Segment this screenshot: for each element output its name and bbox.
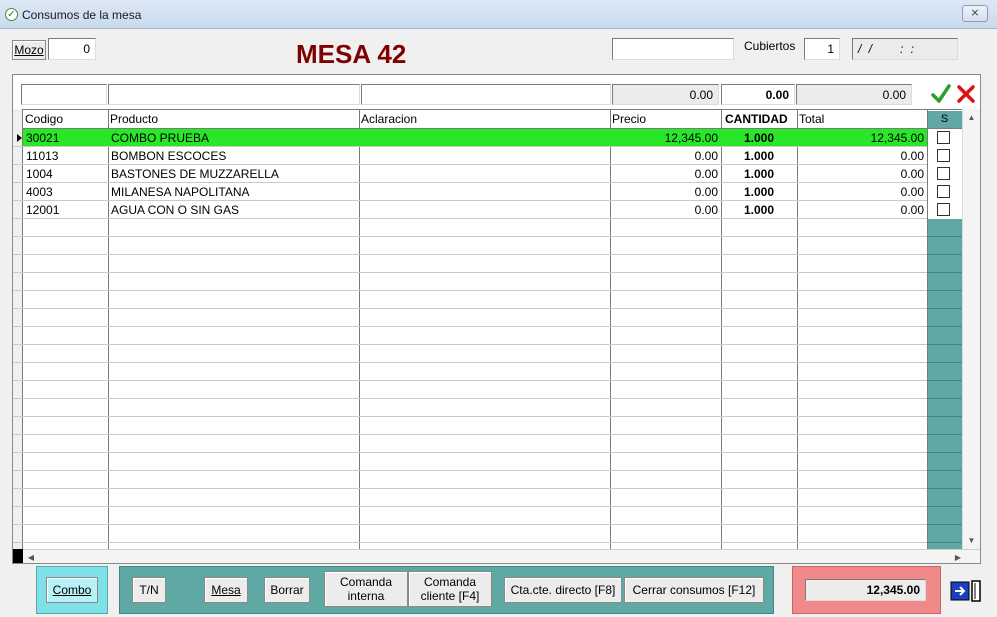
cell-precio: 0.00: [694, 185, 718, 199]
time-value: : :: [900, 42, 917, 56]
scroll-corner: [13, 549, 23, 563]
check-icon: [931, 84, 951, 103]
datetime-field: / / : :: [852, 38, 958, 60]
cubiertos-field[interactable]: 1: [804, 38, 840, 60]
window-title: Consumos de la mesa: [22, 8, 142, 22]
col-header-codigo[interactable]: Codigo: [23, 111, 108, 128]
entry-codigo-field[interactable]: [21, 84, 107, 105]
scroll-right-icon[interactable]: ▶: [950, 550, 966, 563]
cell-total: 0.00: [900, 149, 924, 163]
scroll-down-icon[interactable]: ▼: [963, 532, 980, 549]
vertical-scrollbar[interactable]: ▲ ▼: [962, 109, 980, 549]
comanda-interna-label-1: Comanda: [339, 575, 393, 589]
exit-button[interactable]: [950, 579, 984, 603]
cell-codigo: 11013: [26, 149, 59, 163]
cell-codigo: 4003: [26, 185, 53, 199]
scroll-left-icon[interactable]: ◀: [23, 550, 39, 563]
cell-codigo: 30021: [26, 131, 60, 145]
app-icon: ✓: [5, 8, 18, 21]
entry-total-field: 0.00: [796, 84, 912, 105]
total-panel: 12,345.00: [792, 566, 941, 614]
cell-precio: 0.00: [694, 167, 718, 181]
cell-total: 12,345.00: [870, 131, 924, 145]
s-checkbox[interactable]: [937, 167, 950, 180]
row-indicator-column: [13, 109, 23, 549]
col-header-precio[interactable]: Precio: [610, 111, 721, 128]
cell-precio: 0.00: [694, 203, 718, 217]
entry-aclaracion-field[interactable]: [361, 84, 611, 105]
col-header-total[interactable]: Total: [797, 111, 927, 128]
cell-cantidad: 1.000: [743, 131, 775, 145]
cell-producto: MILANESA NAPOLITANA: [111, 185, 250, 199]
combo-label: Combo: [52, 583, 92, 597]
cell-total: 0.00: [900, 203, 924, 217]
cubiertos-label: Cubiertos: [744, 39, 796, 53]
horizontal-scrollbar[interactable]: ◀ ▶: [13, 549, 980, 563]
entry-producto-field[interactable]: [108, 84, 360, 105]
cell-aclaracion: [359, 147, 610, 165]
comanda-cliente-label-2: cliente [F4]: [420, 589, 480, 603]
actions-panel: T/N Mesa Borrar Comanda interna Comanda …: [119, 566, 774, 614]
confirm-button[interactable]: [931, 83, 951, 105]
entry-cantidad-field[interactable]: 0.00: [721, 84, 795, 105]
cell-producto: COMBO PRUEBA: [111, 131, 210, 145]
s-checkbox[interactable]: [937, 185, 950, 198]
cell-producto: BASTONES DE MUZZARELLA: [111, 167, 279, 181]
col-header-aclaracion[interactable]: Aclaracion: [359, 111, 610, 128]
combo-panel: Combo: [36, 566, 108, 614]
mesa-label: Mesa: [211, 583, 241, 597]
borrar-button[interactable]: Borrar: [264, 577, 310, 603]
s-checkbox[interactable]: [937, 203, 950, 216]
s-column-empty: [927, 219, 962, 549]
mesa-title: MESA 42: [296, 39, 407, 69]
cell-total: 0.00: [900, 167, 924, 181]
scroll-up-icon[interactable]: ▲: [963, 109, 980, 126]
mesa-button[interactable]: Mesa: [204, 577, 248, 603]
cell-aclaracion: [359, 165, 610, 183]
combo-button[interactable]: Combo: [46, 577, 98, 603]
cerrar-consumos-button[interactable]: Cerrar consumos [F12]: [624, 577, 764, 603]
mozo-button[interactable]: Mozo: [12, 40, 46, 60]
col-header-cantidad[interactable]: CANTIDAD: [723, 111, 797, 128]
cell-total: 0.00: [900, 185, 924, 199]
cell-aclaracion: [359, 129, 610, 147]
cell-producto: AGUA CON O SIN GAS: [111, 203, 240, 217]
cell-cantidad: 1.000: [743, 167, 775, 181]
comanda-interna-label-2: interna: [347, 589, 385, 603]
cell-precio: 12,345.00: [664, 131, 718, 145]
comanda-cliente-button[interactable]: Comanda cliente [F4]: [408, 571, 492, 607]
comanda-cliente-label-1: Comanda: [423, 575, 477, 589]
exit-door-icon: [950, 580, 981, 602]
s-checkbox[interactable]: [937, 149, 950, 162]
comanda-interna-button[interactable]: Comanda interna: [324, 571, 408, 607]
col-header-producto[interactable]: Producto: [108, 111, 359, 128]
consumos-grid: 0.00 0.00 0.00 Codigo Producto Aclaracio…: [12, 74, 981, 564]
col-header-s[interactable]: S: [927, 111, 962, 128]
cell-precio: 0.00: [694, 149, 718, 163]
current-row-pointer-icon: [17, 134, 22, 142]
cancel-button[interactable]: [955, 83, 977, 105]
cell-cantidad: 1.000: [743, 149, 775, 163]
cell-aclaracion: [359, 201, 610, 219]
cell-codigo: 1004: [26, 167, 53, 181]
s-checkbox[interactable]: [937, 131, 950, 144]
cell-cantidad: 1.000: [743, 185, 775, 199]
grand-total-field: 12,345.00: [805, 579, 926, 601]
x-icon: [957, 85, 975, 103]
cta-cte-directo-button[interactable]: Cta.cte. directo [F8]: [504, 577, 622, 603]
date-value: / /: [858, 42, 875, 56]
cell-cantidad: 1.000: [743, 203, 775, 217]
cell-codigo: 12001: [26, 203, 60, 217]
cell-producto: BOMBON ESCOCES: [111, 149, 227, 163]
cell-aclaracion: [359, 183, 610, 201]
mozo-field[interactable]: 0: [48, 38, 96, 60]
mozo-label: Mozo: [14, 43, 44, 57]
close-button[interactable]: ⨯: [962, 5, 988, 22]
window-titlebar: ✓ Consumos de la mesa ⨯: [0, 0, 997, 29]
tn-button[interactable]: T/N: [132, 577, 166, 603]
header-text-field[interactable]: [612, 38, 734, 60]
entry-precio-field: 0.00: [612, 84, 719, 105]
